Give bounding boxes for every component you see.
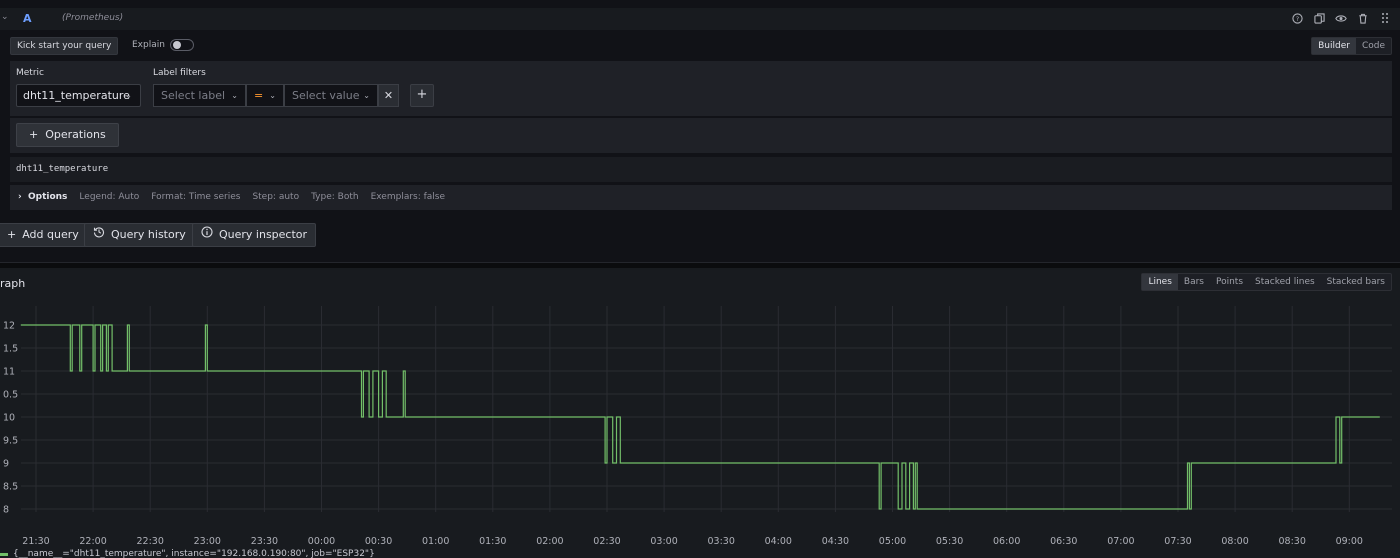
option-exemplars: Exemplars: false bbox=[370, 192, 446, 202]
query-preview-text: dht11_temperature bbox=[16, 164, 109, 174]
y-tick-label: 9.5 bbox=[3, 436, 18, 447]
label-select[interactable]: Select label ⌄ bbox=[153, 84, 246, 107]
query-editor-panel: ⌄ A (Prometheus) ? Kick start your query… bbox=[0, 0, 1400, 256]
y-tick-label: 8 bbox=[3, 505, 9, 516]
query-header-actions: ? bbox=[1290, 11, 1392, 25]
x-tick-label: 02:30 bbox=[593, 536, 620, 547]
chevron-down-icon: ⌄ bbox=[269, 91, 276, 100]
editor-mode-switch: Builder Code bbox=[1311, 37, 1392, 55]
chevron-down-icon: ⌄ bbox=[231, 91, 238, 100]
options-toggle[interactable]: › Options bbox=[18, 192, 67, 202]
query-history-label: Query history bbox=[111, 228, 186, 241]
x-tick-label: 23:00 bbox=[194, 536, 221, 547]
x-tick-label: 22:00 bbox=[79, 536, 106, 547]
query-history-button[interactable]: Query history bbox=[84, 223, 195, 247]
query-inspector-button[interactable]: Query inspector bbox=[192, 223, 317, 247]
option-legend: Legend: Auto bbox=[79, 192, 140, 202]
value-select[interactable]: Select value ⌄ bbox=[284, 84, 378, 107]
time-series-chart[interactable]: 12 1.5 11 0.5 10 9.5 9 8.5 8 21:30 22:00 22:30 23:00… bbox=[0, 268, 1400, 558]
add-filter-button[interactable]: + bbox=[410, 84, 434, 107]
x-tick-label: 08:00 bbox=[1221, 536, 1248, 547]
x-tick-label: 01:30 bbox=[479, 536, 506, 547]
x-tick-label: 09:00 bbox=[1336, 536, 1363, 547]
operations-section: + Operations bbox=[10, 118, 1392, 153]
label-select-placeholder: Select label bbox=[161, 89, 226, 102]
x-tick-label: 07:30 bbox=[1164, 536, 1191, 547]
history-icon bbox=[93, 224, 105, 246]
x-tick-label: 07:00 bbox=[1107, 536, 1134, 547]
x-tick-label: 05:30 bbox=[936, 536, 963, 547]
close-icon: ✕ bbox=[383, 89, 394, 102]
x-tick-label: 05:00 bbox=[879, 536, 906, 547]
operator-select[interactable]: = ⌄ bbox=[246, 84, 284, 107]
label-filters-label: Label filters bbox=[153, 68, 206, 78]
chevron-down-icon: ⌄ bbox=[125, 91, 132, 100]
operator-value: = bbox=[254, 89, 264, 102]
plus-icon: + bbox=[7, 228, 17, 241]
drag-handle-icon[interactable] bbox=[1378, 11, 1392, 25]
code-mode-button[interactable]: Code bbox=[1356, 38, 1391, 54]
svg-text:?: ? bbox=[1295, 14, 1298, 22]
options-summary: › Options Legend: Auto Format: Time seri… bbox=[18, 192, 445, 202]
y-tick-label: 8.5 bbox=[3, 482, 18, 493]
query-builder: Metric Label filters dht11_temperature ⌄… bbox=[10, 61, 1392, 116]
info-icon bbox=[201, 224, 213, 246]
legend-series-label: {__name__="dht11_temperature", instance=… bbox=[13, 549, 375, 558]
duplicate-icon[interactable] bbox=[1312, 11, 1326, 25]
y-tick-label: 9 bbox=[3, 459, 9, 470]
option-format: Format: Time series bbox=[151, 192, 241, 202]
plus-icon: + bbox=[29, 128, 46, 141]
legend-color-swatch bbox=[0, 552, 8, 556]
x-tick-label: 21:30 bbox=[22, 536, 49, 547]
datasource-name: (Prometheus) bbox=[62, 13, 124, 23]
metric-select-value: dht11_temperature bbox=[23, 89, 130, 102]
eye-icon[interactable] bbox=[1334, 11, 1348, 25]
y-tick-label: 0.5 bbox=[3, 390, 18, 401]
explain-toggle[interactable] bbox=[170, 39, 194, 51]
x-tick-label: 03:00 bbox=[650, 536, 677, 547]
x-tick-label: 08:30 bbox=[1279, 536, 1306, 547]
chevron-right-icon: › bbox=[18, 192, 28, 202]
x-tick-label: 00:00 bbox=[308, 536, 335, 547]
remove-filter-button[interactable]: ✕ bbox=[378, 84, 399, 107]
y-tick-label: 11 bbox=[3, 367, 15, 378]
x-tick-label: 01:00 bbox=[422, 536, 449, 547]
chevron-down-icon[interactable]: ⌄ bbox=[1, 12, 11, 26]
options-label: Options bbox=[27, 192, 68, 202]
x-tick-label: 06:00 bbox=[993, 536, 1020, 547]
add-query-button[interactable]: + Add query bbox=[0, 223, 88, 247]
x-tick-label: 02:00 bbox=[536, 536, 563, 547]
x-tick-label: 22:30 bbox=[137, 536, 164, 547]
y-tick-label: 1.5 bbox=[3, 344, 18, 355]
operations-label: Operations bbox=[45, 128, 106, 141]
x-tick-label: 04:00 bbox=[765, 536, 792, 547]
trash-icon[interactable] bbox=[1356, 11, 1370, 25]
builder-mode-button[interactable]: Builder bbox=[1312, 38, 1356, 54]
value-select-placeholder: Select value bbox=[292, 89, 360, 102]
add-query-label: Add query bbox=[22, 228, 79, 241]
x-tick-label: 23:30 bbox=[251, 536, 278, 547]
y-tick-label: 12 bbox=[3, 321, 15, 332]
x-tick-label: 03:30 bbox=[708, 536, 735, 547]
x-tick-label: 06:30 bbox=[1050, 536, 1077, 547]
x-tick-label: 00:30 bbox=[365, 536, 392, 547]
query-preview: dht11_temperature bbox=[10, 157, 1392, 182]
option-type: Type: Both bbox=[311, 192, 359, 202]
add-operation-button[interactable]: + Operations bbox=[16, 123, 119, 147]
query-row-header: ⌄ A (Prometheus) ? bbox=[0, 8, 1400, 30]
chevron-down-icon: ⌄ bbox=[363, 91, 370, 100]
metric-select[interactable]: dht11_temperature ⌄ bbox=[16, 84, 141, 107]
x-tick-label: 04:30 bbox=[822, 536, 849, 547]
kick-start-query-button[interactable]: Kick start your query bbox=[10, 37, 119, 55]
plus-icon: + bbox=[416, 87, 428, 102]
help-icon[interactable]: ? bbox=[1290, 11, 1304, 25]
metric-label: Metric bbox=[16, 68, 44, 78]
legend[interactable]: {__name__="dht11_temperature", instance=… bbox=[0, 549, 375, 558]
query-options-row[interactable]: › Options Legend: Auto Format: Time seri… bbox=[10, 185, 1392, 210]
query-ref-id[interactable]: A bbox=[23, 12, 32, 25]
y-tick-label: 10 bbox=[3, 413, 15, 424]
query-inspector-label: Query inspector bbox=[219, 228, 308, 241]
option-step: Step: auto bbox=[252, 192, 300, 202]
explain-label: Explain bbox=[132, 40, 165, 50]
